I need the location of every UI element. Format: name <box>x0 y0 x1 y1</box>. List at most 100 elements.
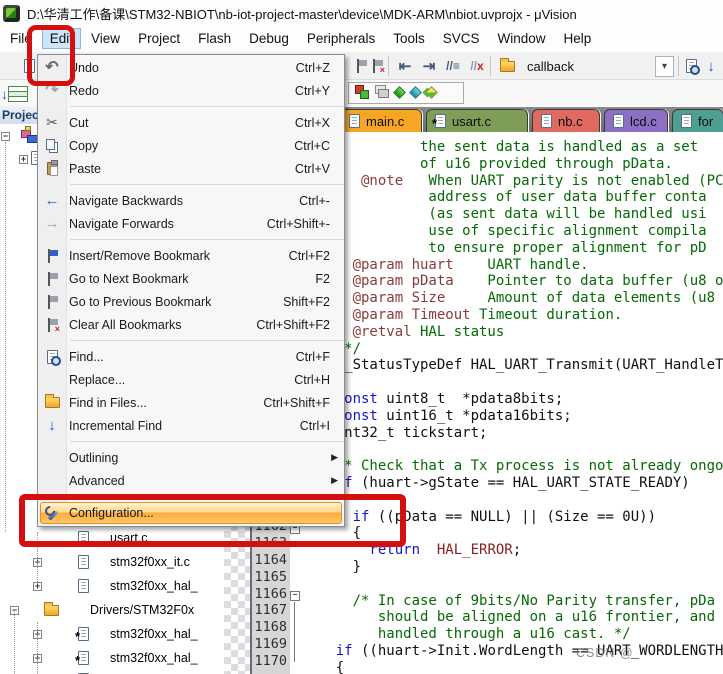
menu-item-cut[interactable]: ✂ Cut Ctrl+X <box>38 111 344 134</box>
tab-usart-c[interactable]: usart.c <box>426 109 528 132</box>
tab-label: lcd.c <box>630 114 657 129</box>
menu-item-find[interactable]: Find...Ctrl+F <box>38 345 344 368</box>
menu-item-shortcut: F2 <box>315 272 344 286</box>
menu-separator <box>38 102 344 111</box>
file-key-icon <box>78 627 89 646</box>
document-icon <box>349 114 360 128</box>
menubar-item-flash[interactable]: Flash <box>190 28 239 49</box>
document-icon <box>541 114 552 128</box>
indent-icon[interactable]: ⇥ <box>418 55 440 77</box>
document-icon <box>613 114 624 128</box>
menubar-item-help[interactable]: Help <box>556 28 600 49</box>
tree-expand-group[interactable]: + <box>19 155 28 164</box>
menu-item-navigate-backwards[interactable]: ←Navigate BackwardsCtrl+- <box>38 189 344 212</box>
find-icon <box>43 348 61 366</box>
menu-item-replace[interactable]: Replace...Ctrl+H <box>38 368 344 391</box>
build-toolbar-group <box>348 82 464 104</box>
search-combo-value[interactable]: callback <box>527 59 574 74</box>
edit-menu-highlight-box <box>27 25 75 86</box>
menu-item-label: Copy <box>69 139 98 153</box>
menu-item-label: Cut <box>69 116 88 130</box>
search-combo-dropdown-button[interactable]: ▾ <box>655 56 674 77</box>
tree-item-drivers-stm32f0x[interactable]: −Drivers/STM32F0x <box>0 600 224 622</box>
menu-item-label: Navigate Backwards <box>69 194 183 208</box>
menu-item-navigate-forwards[interactable]: →Navigate ForwardsCtrl+Shift+- <box>38 212 344 235</box>
menu-item-find-in-files[interactable]: Find in Files...Ctrl+Shift+F <box>38 391 344 414</box>
rebuild-icon[interactable] <box>411 84 420 102</box>
menubar-item-svcs[interactable]: SVCS <box>435 28 488 49</box>
menu-item-shortcut: Ctrl+C <box>294 139 344 153</box>
menu-item-insert-remove-bookmark[interactable]: Insert/Remove BookmarkCtrl+F2 <box>38 244 344 267</box>
menubar-item-debug[interactable]: Debug <box>241 28 297 49</box>
tree-expand-root[interactable]: − <box>1 132 10 141</box>
menu-item-label: Paste <box>69 162 101 176</box>
navigate-forwards-icon: → <box>43 215 61 233</box>
code-text[interactable]: the sent data is handled as a set of u16… <box>302 139 723 674</box>
menu-item-go-to-next-bookmark[interactable]: Go to Next BookmarkF2 <box>38 267 344 290</box>
copy-icon <box>43 137 61 155</box>
build-icon[interactable] <box>395 84 404 102</box>
menu-item-go-to-previous-bookmark[interactable]: Go to Previous BookmarkShift+F2 <box>38 290 344 313</box>
menu-item-copy[interactable]: Copy Ctrl+C <box>38 134 344 157</box>
tree-item-stm32f0xx-it-c[interactable]: +stm32f0xx_it.c <box>0 552 224 574</box>
menubar-item-peripherals[interactable]: Peripherals <box>299 28 383 49</box>
incremental-find-icon: ↓ <box>43 417 61 435</box>
tree-item-label: stm32f0xx_it.c <box>110 555 190 569</box>
menu-item-incremental-find[interactable]: ↓Incremental FindCtrl+I <box>38 414 344 437</box>
menu-item-shortcut: Ctrl+X <box>295 116 344 130</box>
uncomment-icon[interactable]: //x <box>466 55 488 77</box>
tab-nb-c[interactable]: nb.c <box>532 109 600 132</box>
menu-item-label: Clear All Bookmarks <box>69 318 182 332</box>
find-document-icon[interactable] <box>680 55 702 77</box>
find-in-files-icon <box>43 394 61 412</box>
bookmark-clear-icon[interactable]: × <box>366 55 388 77</box>
tree-item-stm32f0xx-hal-[interactable]: +stm32f0xx_hal_ <box>0 576 224 598</box>
menu-item-shortcut: Ctrl+F2 <box>289 249 344 263</box>
batch-icon[interactable] <box>375 84 388 102</box>
incremental-find-icon[interactable]: ↓ <box>700 55 722 77</box>
tree-item-label: Drivers/STM32F0x <box>90 603 194 617</box>
menu-item-undo[interactable]: ↶UndoCtrl+Z <box>38 56 344 79</box>
tab-for[interactable]: for <box>672 109 723 132</box>
tree-item-stm32f0xx-hal[interactable]: +stm32f0xx_hal <box>0 670 224 674</box>
menu-separator <box>38 437 344 446</box>
menu-separator <box>38 180 344 189</box>
navigate-backwards-icon: ← <box>43 192 61 210</box>
cut-icon: ✂ <box>43 114 61 132</box>
menu-item-label: Replace... <box>69 373 125 387</box>
menu-item-shortcut: Shift+F2 <box>283 295 344 309</box>
edit-dropdown-menu: ↶UndoCtrl+Z↷RedoCtrl+Y ✂ Cut Ctrl+X Copy Ctrl… <box>37 54 345 527</box>
tab-main-c[interactable]: main.c <box>340 109 422 132</box>
file-icon <box>78 579 89 598</box>
menu-item-label: Incremental Find <box>69 419 162 433</box>
tab-label: for <box>698 114 713 129</box>
submenu-arrow-icon: ▶ <box>331 452 344 463</box>
outdent-icon[interactable]: ⇤ <box>394 55 416 77</box>
menubar-item-project[interactable]: Project <box>130 28 188 49</box>
menubar-item-view[interactable]: View <box>83 28 128 49</box>
tree-item-stm32f0xx-hal-[interactable]: +stm32f0xx_hal_ <box>0 648 224 670</box>
translate-icon[interactable] <box>355 84 368 102</box>
menu-item-advanced[interactable]: Advanced▶ <box>38 469 344 492</box>
bookmark-prev-icon <box>43 293 61 311</box>
csdn-watermark: CSDN @ <box>576 646 634 660</box>
menu-item-shortcut: Ctrl+F <box>296 350 344 364</box>
tree-item-stm32f0xx-hal-[interactable]: +stm32f0xx_hal_ <box>0 624 224 646</box>
tree-item-label: stm32f0xx_hal_ <box>110 651 198 665</box>
menu-item-outlining[interactable]: Outlining▶ <box>38 446 344 469</box>
fold-box-1166[interactable]: − <box>290 591 300 601</box>
find-in-files-icon[interactable] <box>496 55 518 77</box>
menu-item-redo[interactable]: ↷RedoCtrl+Y <box>38 79 344 102</box>
menubar-item-tools[interactable]: Tools <box>385 28 433 49</box>
menu-item-paste[interactable]: PasteCtrl+V <box>38 157 344 180</box>
tab-label: nb.c <box>558 114 583 129</box>
folder-open-icon <box>44 603 59 621</box>
file-icon <box>78 555 89 574</box>
menu-item-clear-all-bookmarks[interactable]: ×Clear All BookmarksCtrl+Shift+F2 <box>38 313 344 336</box>
batch-build-icon[interactable] <box>427 84 436 102</box>
menu-item-label: Find in Files... <box>69 396 147 410</box>
tab-lcd-c[interactable]: lcd.c <box>604 109 668 132</box>
comment-icon[interactable]: //≡ <box>442 55 464 77</box>
menubar-item-window[interactable]: Window <box>489 28 553 49</box>
menu-item-shortcut: Ctrl+Y <box>295 84 344 98</box>
